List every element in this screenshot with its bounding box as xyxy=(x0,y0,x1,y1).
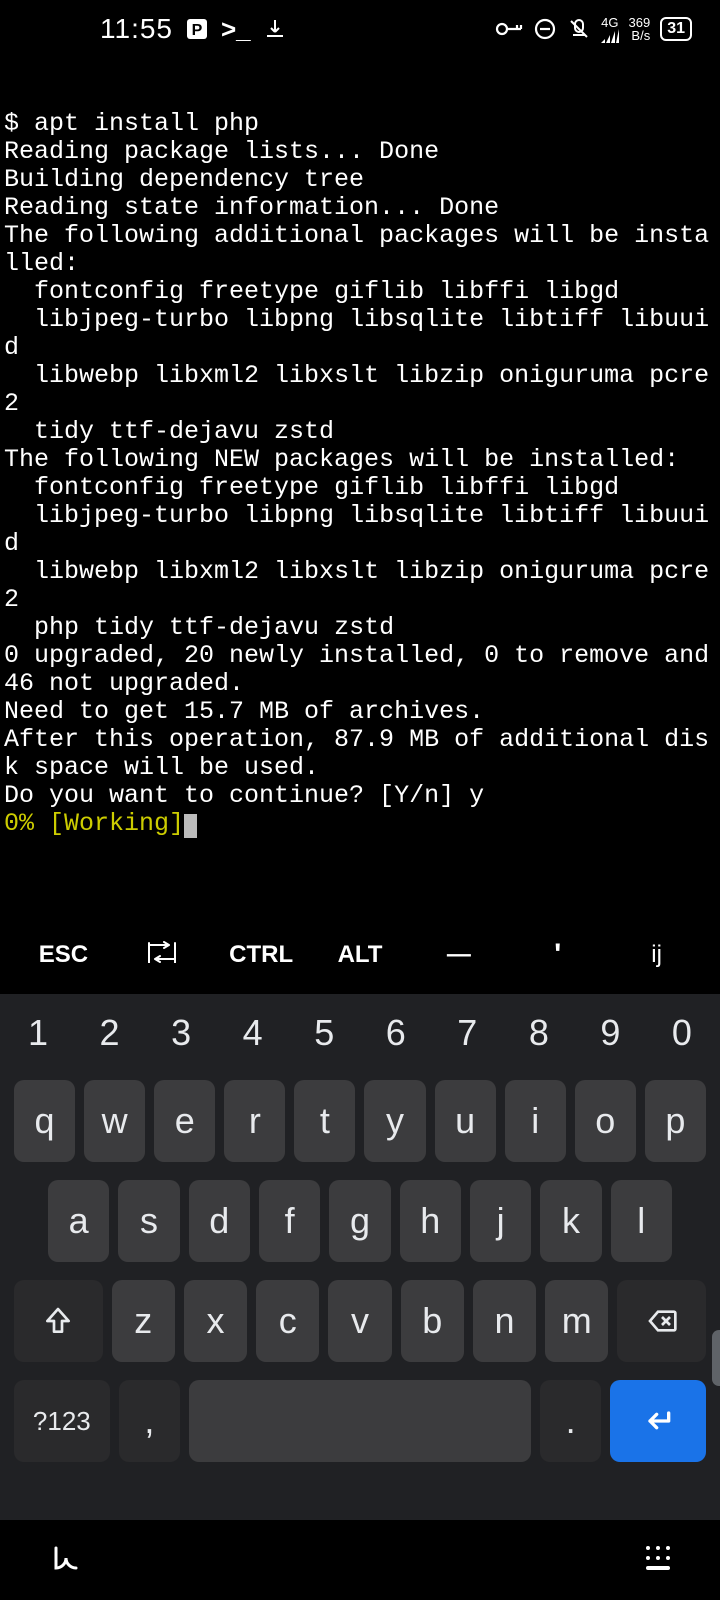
num-key[interactable]: 5 xyxy=(314,1012,334,1054)
key-v[interactable]: v xyxy=(328,1280,391,1362)
key-z[interactable]: z xyxy=(112,1280,175,1362)
esc-key[interactable]: ESC xyxy=(14,941,113,969)
vpn-key-icon xyxy=(495,20,523,38)
status-left: 11:55 P >_ xyxy=(100,13,287,45)
key-m[interactable]: m xyxy=(545,1280,608,1362)
terminal-line: libjpeg-turbo libpng libsqlite libtiff l… xyxy=(4,501,709,558)
terminal-prompt-icon: >_ xyxy=(221,14,251,45)
cursor xyxy=(184,814,197,838)
key-b[interactable]: b xyxy=(401,1280,464,1362)
ctrl-key[interactable]: CTRL xyxy=(212,941,311,969)
svg-text:P: P xyxy=(192,22,203,39)
terminal-progress: 0% [Working] xyxy=(4,809,184,838)
dash-key[interactable]: — xyxy=(409,941,508,969)
terminal-line: 0 upgraded, 20 newly installed, 0 to rem… xyxy=(4,641,720,698)
net-speed-unit: B/s xyxy=(631,29,650,42)
net-speed: 369 B/s xyxy=(629,16,651,42)
num-key[interactable]: 1 xyxy=(28,1012,48,1054)
num-key[interactable]: 7 xyxy=(457,1012,477,1054)
navigation-bar xyxy=(0,1520,720,1600)
num-key[interactable]: 3 xyxy=(171,1012,191,1054)
shift-key[interactable] xyxy=(14,1280,103,1362)
keyboard-row-3: z x c v b n m xyxy=(8,1280,712,1362)
keyboard-switch-icon[interactable] xyxy=(644,1544,672,1577)
terminal-line: php tidy ttf-dejavu zstd xyxy=(4,613,394,642)
back-gesture-icon[interactable] xyxy=(48,1540,84,1581)
key-w[interactable]: w xyxy=(84,1080,145,1162)
keyboard-row-2: a s d f g h j k l xyxy=(8,1180,712,1262)
key-t[interactable]: t xyxy=(294,1080,355,1162)
num-key[interactable]: 8 xyxy=(529,1012,549,1054)
terminal-line: libwebp libxml2 libxslt libzip oniguruma… xyxy=(4,557,709,614)
terminal-line: The following NEW packages will be insta… xyxy=(4,445,679,474)
keyboard-row-1: q w e r t y u i o p xyxy=(8,1080,712,1162)
ij-key[interactable]: ij xyxy=(607,941,706,969)
terminal-line: Building dependency tree xyxy=(4,165,364,194)
terminal-line: fontconfig freetype giflib libffi libgd xyxy=(4,473,619,502)
quote-key[interactable]: ' xyxy=(508,938,607,972)
key-h[interactable]: h xyxy=(400,1180,461,1262)
alt-key[interactable]: ALT xyxy=(311,941,410,969)
number-row: 1 2 3 4 5 6 7 8 9 0 xyxy=(8,1006,712,1062)
terminal-line: Do you want to continue? [Y/n] y xyxy=(4,781,484,810)
backspace-key[interactable] xyxy=(617,1280,706,1362)
network-gen: 4G xyxy=(601,16,618,29)
soft-keyboard: 1 2 3 4 5 6 7 8 9 0 q w e r t y u i o p … xyxy=(0,994,720,1520)
edge-panel-handle[interactable] xyxy=(712,1330,720,1386)
enter-key[interactable] xyxy=(610,1380,706,1462)
terminal-line: $ apt install php xyxy=(4,109,259,138)
key-x[interactable]: x xyxy=(184,1280,247,1362)
key-j[interactable]: j xyxy=(470,1180,531,1262)
do-not-disturb-icon xyxy=(533,17,557,41)
terminal-line: fontconfig freetype giflib libffi libgd xyxy=(4,277,619,306)
key-s[interactable]: s xyxy=(118,1180,179,1262)
terminal-line: After this operation, 87.9 MB of additio… xyxy=(4,725,709,782)
symbols-key[interactable]: ?123 xyxy=(14,1380,110,1462)
terminal-line: The following additional packages will b… xyxy=(4,221,709,278)
key-e[interactable]: e xyxy=(154,1080,215,1162)
key-g[interactable]: g xyxy=(329,1180,390,1262)
terminal-line: Reading package lists... Done xyxy=(4,137,439,166)
key-o[interactable]: o xyxy=(575,1080,636,1162)
keyboard-row-4: ?123 , . xyxy=(8,1380,712,1462)
parking-icon: P xyxy=(185,17,209,41)
key-q[interactable]: q xyxy=(14,1080,75,1162)
battery-indicator: 31 xyxy=(660,17,692,41)
period-key[interactable]: . xyxy=(540,1380,602,1462)
key-r[interactable]: r xyxy=(224,1080,285,1162)
key-i[interactable]: i xyxy=(505,1080,566,1162)
key-a[interactable]: a xyxy=(48,1180,109,1262)
terminal-line: libjpeg-turbo libpng libsqlite libtiff l… xyxy=(4,305,709,362)
key-f[interactable]: f xyxy=(259,1180,320,1262)
key-y[interactable]: y xyxy=(364,1080,425,1162)
num-key[interactable]: 2 xyxy=(100,1012,120,1054)
status-bar: 11:55 P >_ 4G 369 B/s 31 xyxy=(0,0,720,58)
key-c[interactable]: c xyxy=(256,1280,319,1362)
key-d[interactable]: d xyxy=(189,1180,250,1262)
key-u[interactable]: u xyxy=(435,1080,496,1162)
comma-key[interactable]: , xyxy=(119,1380,181,1462)
network-indicator: 4G xyxy=(601,16,619,43)
space-key[interactable] xyxy=(189,1380,531,1462)
status-time: 11:55 xyxy=(100,13,173,45)
terminal-line: Need to get 15.7 MB of archives. xyxy=(4,697,484,726)
key-n[interactable]: n xyxy=(473,1280,536,1362)
terminal-line: libwebp libxml2 libxslt libzip oniguruma… xyxy=(4,361,709,418)
terminal-line: tidy ttf-dejavu zstd xyxy=(4,417,334,446)
num-key[interactable]: 6 xyxy=(386,1012,406,1054)
key-p[interactable]: p xyxy=(645,1080,706,1162)
key-k[interactable]: k xyxy=(540,1180,601,1262)
num-key[interactable]: 4 xyxy=(243,1012,263,1054)
status-right: 4G 369 B/s 31 xyxy=(495,16,693,43)
num-key[interactable]: 0 xyxy=(672,1012,692,1054)
key-l[interactable]: l xyxy=(611,1180,672,1262)
terminal-output[interactable]: $ apt install php Reading package lists.… xyxy=(0,58,720,838)
num-key[interactable]: 9 xyxy=(600,1012,620,1054)
terminal-extra-keys: ESC CTRL ALT — ' ij xyxy=(0,920,720,990)
download-icon xyxy=(263,17,287,41)
tab-key[interactable] xyxy=(113,941,212,970)
mute-icon xyxy=(567,17,591,41)
terminal-line: Reading state information... Done xyxy=(4,193,499,222)
